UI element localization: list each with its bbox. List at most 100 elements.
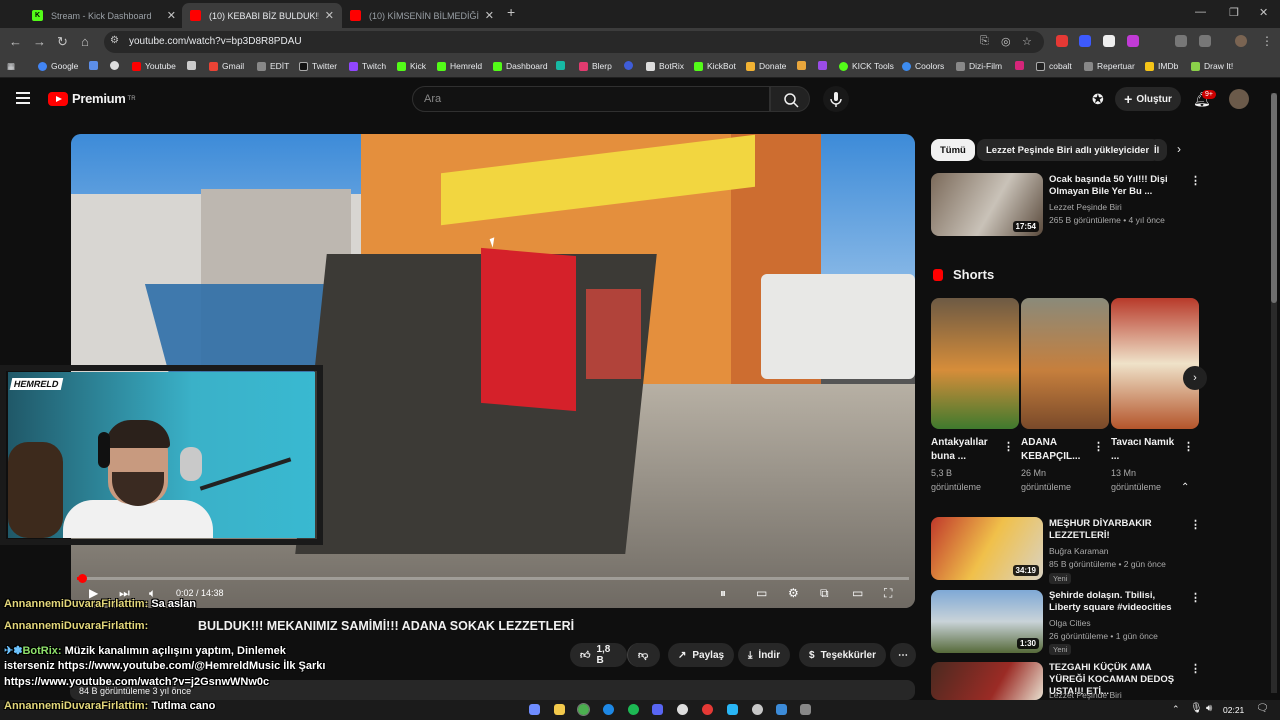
extension-icon[interactable] [1127, 35, 1139, 47]
cast-icon[interactable]: ✪ [1092, 91, 1104, 108]
progress-bar[interactable] [77, 577, 909, 580]
channel-name[interactable]: Olga Cities [1049, 617, 1091, 630]
subtitles-icon[interactable]: ▭ [756, 586, 767, 600]
bookmark-icon-only[interactable] [624, 61, 637, 70]
new-tab-button[interactable]: + [507, 4, 515, 20]
tab-kick-dashboard[interactable]: K Stream - Kick Dashboard ✕ [24, 3, 184, 28]
reload-icon[interactable]: ↻ [57, 34, 68, 50]
bookmark-dizi-film[interactable]: Dizi-Film [956, 61, 1002, 71]
close-icon[interactable]: ✕ [325, 9, 334, 22]
short-thumbnail[interactable] [1111, 298, 1199, 429]
taskbar-app-icon[interactable] [702, 704, 713, 715]
folder-icon[interactable] [554, 704, 565, 715]
bookmark-twitter[interactable]: Twitter [299, 61, 337, 71]
tray-volume-icon[interactable]: 🔊︎ [1206, 703, 1212, 714]
puzzle-icon[interactable] [1199, 35, 1211, 47]
youtube-premium-logo[interactable]: Premium TR [48, 91, 136, 106]
video-title[interactable]: MEŞHUR DİYARBAKIR LEZZETLERİ! [1049, 518, 1184, 542]
channel-name[interactable]: Buğra Karaman [1049, 545, 1109, 558]
more-actions-button[interactable]: ⋯ [890, 643, 916, 667]
hamburger-menu-icon[interactable] [16, 92, 30, 104]
url-text[interactable]: youtube.com/watch?v=bp3D8R8PDAU [129, 36, 302, 47]
forward-icon[interactable]: → [33, 34, 46, 49]
search-button[interactable] [770, 86, 810, 112]
short-title[interactable]: Tavacı Namık ... [1111, 436, 1181, 464]
bookmark-cobalt[interactable]: cobalt [1036, 61, 1072, 71]
more-options-icon[interactable]: ⋮ [1190, 591, 1201, 604]
extension-icon[interactable] [1056, 35, 1068, 47]
short-thumbnail[interactable] [931, 298, 1019, 429]
discord-icon[interactable] [652, 704, 663, 715]
chrome-icon[interactable] [577, 703, 590, 716]
taskbar-app-icon[interactable] [727, 704, 738, 715]
fullscreen-icon[interactable]: ⛶ [884, 586, 892, 601]
bookmark-icon-only[interactable] [110, 61, 123, 70]
dislike-button[interactable]: 👎︎ [627, 643, 660, 667]
taskbar-app-icon[interactable] [800, 704, 811, 715]
settings-icon[interactable]: ⚙ [788, 586, 799, 600]
video-thumbnail[interactable]: 17:54 [931, 173, 1043, 236]
more-options-icon[interactable]: ⋮ [1093, 440, 1104, 453]
site-info-icon[interactable]: ⚙ [110, 35, 119, 46]
taskbar-app-icon[interactable] [752, 704, 763, 715]
channel-name[interactable]: Lezzet Peşinde Biri [1049, 201, 1122, 214]
download-button[interactable]: ⤓ İndir [738, 643, 791, 667]
chip-uploader[interactable]: Lezzet Peşinde Biri adlı yükleyiciden [977, 139, 1161, 161]
theater-mode-icon[interactable]: ▭ [852, 586, 863, 600]
short-title[interactable]: Antakyalılar buna ... [931, 436, 1001, 464]
menu-dots-icon[interactable]: ⋮ [1261, 34, 1273, 48]
chevron-right-icon[interactable]: › [1177, 142, 1181, 156]
bookmark-imdb[interactable]: IMDb [1145, 61, 1178, 71]
bookmark-edit[interactable]: EDİT [257, 61, 289, 71]
back-icon[interactable]: ← [9, 34, 22, 49]
window-close-icon[interactable]: ✕ [1259, 6, 1268, 19]
profile-icon[interactable] [1235, 35, 1247, 47]
short-title[interactable]: ADANA KEBAPÇIL... [1021, 436, 1091, 464]
create-button[interactable]: + Oluştur [1115, 87, 1181, 111]
avatar[interactable] [1229, 89, 1249, 109]
video-thumbnail[interactable] [931, 662, 1043, 700]
bookmark-gmail[interactable]: Gmail [209, 61, 244, 71]
tray-chevron-icon[interactable]: ⌃ [1172, 704, 1180, 715]
video-thumbnail[interactable]: 1:30 [931, 590, 1043, 653]
tray-mic-icon[interactable]: 🎙︎ [1190, 703, 1203, 714]
video-title[interactable]: Ocak başında 50 Yıl!!! Dişi Olmayan Bile… [1049, 174, 1184, 198]
bookmark-draw-it[interactable]: Draw It! [1191, 61, 1233, 71]
like-button[interactable]: 👍︎ 1,8 B [570, 643, 627, 667]
more-options-icon[interactable]: ⋮ [1003, 440, 1014, 453]
bookmark-icon-only[interactable] [1015, 61, 1028, 70]
bookmark-star-icon[interactable]: ☆ [1022, 35, 1032, 48]
chip-related[interactable]: İl [1149, 139, 1167, 161]
thanks-button[interactable]: $ Teşekkürler [799, 643, 886, 667]
close-icon[interactable]: ✕ [485, 9, 494, 22]
tab-youtube-active[interactable]: (10) KEBABI BİZ BULDUK!!! MEK ✕ [182, 3, 342, 28]
more-options-icon[interactable]: ⋮ [1190, 662, 1201, 675]
home-icon[interactable]: ⌂ [81, 34, 89, 49]
spotify-icon[interactable] [628, 704, 639, 715]
minimize-icon[interactable]: — [1195, 6, 1206, 18]
more-options-icon[interactable]: ⋮ [1190, 518, 1201, 531]
bookmark-youtube[interactable]: Youtube [132, 61, 176, 71]
bookmark-donate[interactable]: Donate [746, 61, 786, 71]
bookmark-icon-only[interactable] [818, 61, 831, 70]
bookmark-repertuar[interactable]: Repertuar [1084, 61, 1135, 71]
search-input[interactable]: Ara [412, 86, 770, 112]
more-options-icon[interactable]: ⋮ [1190, 174, 1201, 187]
bookmark-kick-tools[interactable]: KICK Tools [839, 61, 894, 71]
share-button[interactable]: ↗ Paylaş [668, 643, 735, 667]
bookmark-twitch[interactable]: Twitch [349, 61, 386, 71]
bookmark-kick[interactable]: Kick [397, 61, 426, 71]
edge-icon[interactable] [603, 704, 614, 715]
voice-search-button[interactable] [823, 86, 849, 112]
tab-youtube-2[interactable]: (10) KİMSENİN BİLMEDİĞİ GİZL ✕ [342, 3, 502, 28]
chip-all[interactable]: Tümü [931, 139, 975, 161]
more-options-icon[interactable]: ⋮ [1183, 440, 1194, 453]
bookmark-blerp[interactable]: Blerp [579, 61, 612, 71]
install-icon[interactable]: ⎘ [980, 35, 989, 48]
autoplay-toggle[interactable]: ⏸ [720, 586, 726, 601]
chevron-up-icon[interactable]: ⌃ [1181, 482, 1189, 493]
bookmark-botrix[interactable]: BotRix [646, 61, 684, 71]
video-title[interactable]: Şehirde dolaşın. Tbilisi, Liberty square… [1049, 590, 1184, 614]
miniplayer-icon[interactable]: ⧉ [820, 586, 829, 601]
progress-scrubber[interactable] [78, 574, 87, 583]
